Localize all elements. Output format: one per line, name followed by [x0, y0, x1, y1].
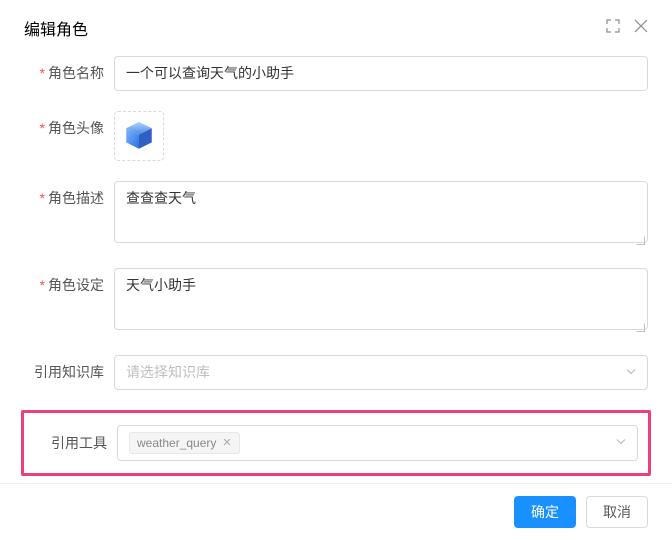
row-avatar: *角色头像: [24, 111, 648, 161]
description-textarea[interactable]: [114, 181, 648, 243]
knowledge-select[interactable]: 请选择知识库: [114, 355, 648, 390]
tool-tag: weather_query ✕: [129, 432, 240, 454]
row-setting: *角色设定: [24, 268, 648, 335]
knowledge-placeholder: 请选择知识库: [126, 362, 210, 383]
form: *角色名称 *角色头像: [0, 52, 672, 476]
modal-header: 编辑角色: [0, 0, 672, 52]
label-name: *角色名称: [24, 56, 114, 83]
cancel-button[interactable]: 取消: [586, 496, 648, 528]
header-actions: [606, 19, 648, 38]
close-icon[interactable]: [634, 19, 648, 38]
confirm-button[interactable]: 确定: [514, 496, 576, 528]
label-knowledge: 引用知识库: [24, 355, 114, 382]
row-knowledge: 引用知识库 请选择知识库: [24, 355, 648, 390]
label-setting: *角色设定: [24, 268, 114, 295]
edit-role-modal: 编辑角色 *角色名称 *角色头像: [0, 0, 672, 540]
name-input[interactable]: [114, 56, 648, 91]
label-description: *角色描述: [24, 181, 114, 208]
avatar-upload[interactable]: [114, 111, 164, 161]
row-name: *角色名称: [24, 56, 648, 91]
fullscreen-icon[interactable]: [606, 19, 620, 38]
tag-remove-icon[interactable]: ✕: [222, 438, 231, 449]
avatar-cube-icon: [122, 119, 156, 153]
setting-textarea[interactable]: [114, 268, 648, 330]
row-description: *角色描述: [24, 181, 648, 248]
label-avatar: *角色头像: [24, 111, 114, 138]
chevron-down-icon: [615, 433, 627, 454]
tools-select[interactable]: weather_query ✕: [117, 425, 638, 461]
chevron-down-icon: [625, 362, 637, 383]
row-tools-highlight: 引用工具 weather_query ✕: [21, 410, 651, 476]
tool-tag-label: weather_query: [137, 434, 216, 452]
modal-title: 编辑角色: [24, 16, 88, 40]
modal-footer: 确定 取消: [0, 483, 672, 540]
label-tools: 引用工具: [24, 433, 117, 453]
